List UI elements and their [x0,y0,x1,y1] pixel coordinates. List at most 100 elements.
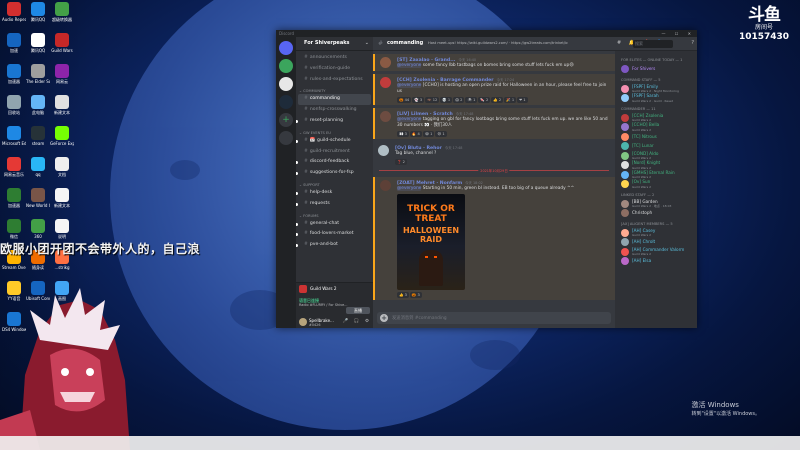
desktop-icon[interactable]: 腾讯QQ [26,2,50,32]
reaction[interactable]: ❤ 1 [517,97,528,103]
desktop-icon[interactable]: 新建文本 [50,188,74,218]
avatar[interactable] [380,111,391,122]
desktop-icon[interactable]: qq [26,157,50,187]
channel-item[interactable]: # 📅 guild-schedule [296,136,373,147]
desktop-icon[interactable]: 网易云 [50,64,74,94]
member-item[interactable]: [AH] Chrolt [621,237,697,247]
member-item[interactable]: [GMHS] Eternal Rain Guild Wars 2 [621,170,697,179]
desktop-icon[interactable]: 超级转换器 [50,2,74,32]
channel-item[interactable]: # reset-planning [296,116,373,127]
server-icon[interactable] [279,77,293,91]
member-item[interactable]: [TC] Lunar [621,141,697,151]
help-icon[interactable]: ? [691,40,694,46]
member-item[interactable]: [Ov] Sun Guild Wars 2 [621,179,697,189]
desktop-icon[interactable]: 此电脑 [26,95,50,125]
channel-item[interactable]: # discord-feedback [296,157,373,168]
channel-topic[interactable]: Host meet-ups! https://wiki.guildwars2.c… [428,41,568,45]
avatar[interactable] [378,145,389,156]
desktop-icon[interactable]: The Elder Scrolls [26,64,50,94]
channel-item[interactable]: # commanding [298,94,371,106]
reaction[interactable]: 🎃 3 [409,292,422,298]
member-item[interactable]: For Shivers [621,64,697,74]
channel-item[interactable]: # pve-and-bot [296,240,373,251]
search-input[interactable]: 搜索 [633,40,673,48]
member-item[interactable]: Christoph [621,208,697,218]
user-controls[interactable]: 🎤 🎧 ⚙ [343,319,371,324]
halloween-raid-poster[interactable]: TRICK OR TREAT HALLOWEEN RAID [397,194,465,290]
upload-plus-icon[interactable]: + [380,314,388,322]
message-input[interactable]: + 发送消息到 #commanding [377,312,611,324]
mention-everyone[interactable]: @everyone [397,83,422,88]
go-live-button[interactable]: 直播 [346,307,370,314]
desktop-icon[interactable]: Audio Repeat... [2,2,26,32]
mention-everyone[interactable]: @everyone [397,63,422,68]
channel-item[interactable]: # verification-guide [296,64,373,75]
avatar[interactable] [380,77,391,88]
channel-item[interactable]: # suggestions-for-fsp [296,168,373,179]
server-icon-fsp[interactable] [279,59,293,73]
home-icon[interactable] [279,41,293,55]
channel-item[interactable]: # help-desk [296,188,373,199]
desktop-icon[interactable]: Guild Wars [50,33,74,63]
member-item[interactable]: [CCH] Zsolenia Guild Wars 2 [621,113,697,122]
desktop-icon[interactable]: steam [26,126,50,156]
member-item[interactable]: [AH] Elsa [621,256,697,266]
window-controls[interactable]: — ☐ ✕ [662,30,695,37]
mention-everyone[interactable]: @everyone [397,186,422,191]
channel-item[interactable]: # announcements [296,53,373,64]
avatar[interactable] [299,318,307,326]
reaction[interactable]: 😄 1 [435,131,447,137]
reaction[interactable]: 💀 1 [440,97,453,103]
channel-item[interactable]: # rules-and-expectations [296,75,373,86]
desktop-icon[interactable]: Microsoft Edge [2,126,26,156]
reaction[interactable]: 👀 3 [397,131,409,137]
reaction[interactable]: 🕷 1 [465,97,478,103]
mention-everyone[interactable]: @everyone [397,117,422,122]
reaction[interactable]: 😂 1 [422,131,435,137]
titlebar[interactable]: Discord — ☐ ✕ [276,30,697,37]
reaction[interactable]: 😱 2 [453,97,465,103]
desktop-icon[interactable]: GeForce Experience [50,126,74,156]
desktop-icon[interactable]: 网易云音乐 [2,157,26,187]
member-item[interactable]: [BB] Garden Guild Wars 2 · 地点 · 18:03 [621,199,697,208]
reaction[interactable]: 🎃 44 [397,97,412,103]
desktop-icon[interactable]: New World Closed Beta [26,188,50,218]
server-header[interactable]: For Shiverpeaks ⌄ [296,37,373,51]
avatar[interactable] [380,57,391,68]
voice-channel-label[interactable]: Radio #FLURRY / For Shive... [299,303,349,307]
member-item[interactable]: [CCHO] Bella Guild Wars 2 [621,122,697,132]
reaction[interactable]: 👍 2 [491,97,504,103]
member-item[interactable]: [Nord] Knight Guild Wars 2 [621,160,697,170]
member-item[interactable]: [AH] Commander Valorm Guild Wars 2 [621,247,697,256]
member-item[interactable]: [COND] Aldo Guild Wars 2 [621,151,697,160]
desktop-icon[interactable]: 回收站 [2,95,26,125]
channel-item[interactable]: # nonfsp-crosswalking [296,105,373,116]
desktop-icon[interactable]: 加速器 [2,188,26,218]
reaction[interactable]: 🎉 1 [504,97,517,103]
reaction[interactable]: 👍 3 [397,292,409,298]
reaction[interactable]: 🍬 2 [478,97,491,103]
channel-item[interactable]: # requests [296,199,373,210]
avatar[interactable] [380,180,391,191]
taskbar[interactable] [0,436,800,450]
member-item[interactable]: [TC] Nitrous [621,132,697,142]
channel-item[interactable]: # food-lovers-market [296,229,373,240]
channel-item[interactable]: # guild-recruitment [296,147,373,158]
desktop-icon[interactable]: 加速器 [2,64,26,94]
desktop-icon[interactable]: 腾讯QQ [26,33,50,63]
chevron-down-icon[interactable]: ⌄ [365,37,369,50]
member-item[interactable]: [AH] Casey Guild Wars 2 [621,228,697,237]
add-server-icon[interactable]: + [279,113,293,127]
desktop-icon[interactable]: 文档 [50,157,74,187]
reaction[interactable]: ❓ 2 [395,159,407,165]
reaction[interactable]: 👻 3 [412,97,425,103]
server-icon[interactable] [279,95,293,109]
member-item[interactable]: [FSPF] Sarah Guild Wars 2 · Guild · Reset [621,93,697,103]
channel-item[interactable]: # general-chat [296,219,373,230]
reaction[interactable]: 🦇 12 [425,97,440,103]
desktop-icon[interactable]: 加速 [2,33,26,63]
explore-icon[interactable] [279,131,293,145]
reaction[interactable]: 🔥 4 [409,131,422,137]
member-item[interactable]: [FSPF] Emily Guild Wars 2 · Night Monitor… [621,84,697,93]
desktop-icon[interactable]: 新建文本 [50,95,74,125]
